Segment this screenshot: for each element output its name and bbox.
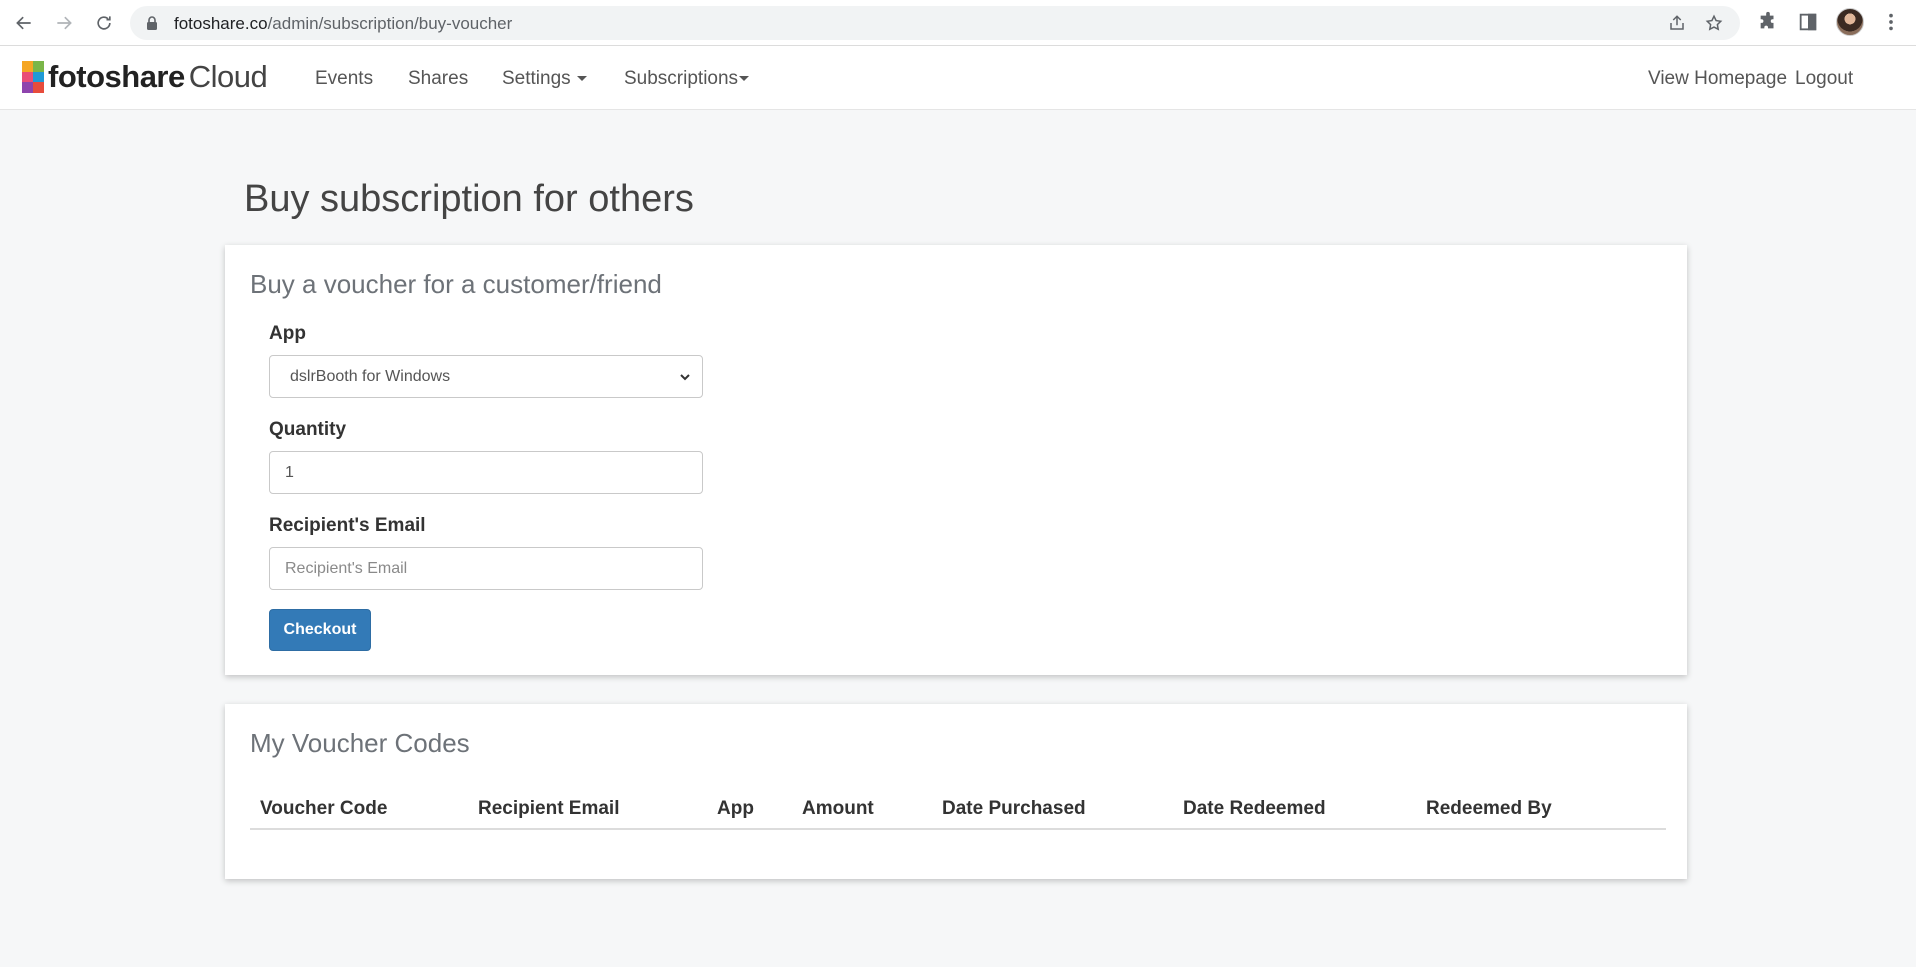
address-bar[interactable]: fotoshare.co/admin/subscription/buy-vouc… (130, 6, 1740, 40)
share-icon[interactable] (1668, 14, 1686, 32)
nav-subscriptions-dropdown[interactable]: Subscriptions (624, 68, 750, 90)
buy-voucher-heading: Buy a voucher for a customer/friend (250, 269, 662, 299)
checkout-button[interactable]: Checkout (269, 609, 371, 651)
recipient-email-label: Recipient's Email (269, 515, 426, 536)
logo-mark-icon (22, 61, 44, 93)
app-navbar: fotoshare Cloud Events Shares Settings Su… (0, 46, 1916, 110)
voucher-codes-panel: My Voucher Codes Voucher Code Recipient … (225, 704, 1687, 879)
quantity-input[interactable]: 1 (269, 451, 703, 494)
nav-settings-label: Settings (502, 68, 571, 89)
recipient-email-input[interactable]: Recipient's Email (269, 547, 703, 590)
app-label: App (269, 323, 306, 344)
browser-toolbar: fotoshare.co/admin/subscription/buy-vouc… (0, 0, 1916, 46)
app-select[interactable]: dslrBooth for Windows (269, 355, 703, 398)
app-select-value: dslrBooth for Windows (290, 367, 451, 385)
col-amount[interactable]: Amount (802, 798, 874, 820)
page-title: Buy subscription for others (244, 178, 694, 220)
buy-voucher-panel: Buy a voucher for a customer/friend App … (225, 245, 1687, 675)
forward-arrow-icon[interactable] (50, 9, 78, 37)
nav-settings-dropdown[interactable]: Settings (502, 68, 587, 90)
recipient-email-placeholder: Recipient's Email (285, 559, 408, 577)
col-app[interactable]: App (717, 798, 754, 820)
chevron-down-icon (680, 374, 690, 381)
lock-icon (147, 16, 157, 30)
nav-view-homepage[interactable]: View Homepage (1648, 68, 1787, 90)
star-icon[interactable] (1705, 14, 1723, 32)
voucher-codes-heading: My Voucher Codes (250, 728, 470, 758)
quantity-label: Quantity (269, 419, 347, 440)
col-redeemed-by[interactable]: Redeemed By (1426, 798, 1552, 820)
logo-text: fotoshare Cloud (48, 59, 268, 94)
nav-subscriptions-label: Subscriptions (624, 68, 739, 89)
nav-events[interactable]: Events (315, 68, 373, 90)
fotoshare-logo[interactable]: fotoshare Cloud (22, 59, 268, 94)
back-arrow-icon[interactable] (10, 9, 38, 37)
col-date-redeemed[interactable]: Date Redeemed (1183, 798, 1326, 820)
kebab-menu-icon[interactable] (1880, 11, 1902, 33)
col-date-purchased[interactable]: Date Purchased (942, 798, 1086, 820)
profile-avatar[interactable] (1836, 8, 1864, 36)
puzzle-extensions-icon[interactable] (1757, 11, 1779, 33)
col-voucher-code[interactable]: Voucher Code (260, 798, 387, 820)
url-text: fotoshare.co/admin/subscription/buy-vouc… (174, 14, 513, 33)
col-recipient-email[interactable]: Recipient Email (478, 798, 620, 820)
reload-icon[interactable] (90, 9, 118, 37)
caret-down-icon (739, 76, 750, 82)
side-panel-icon[interactable] (1797, 11, 1819, 33)
caret-down-icon (576, 76, 587, 82)
nav-shares[interactable]: Shares (408, 68, 468, 90)
nav-logout[interactable]: Logout (1795, 68, 1853, 90)
voucher-table-header: Voucher Code Recipient Email App Amount … (250, 792, 1666, 830)
quantity-value: 1 (285, 463, 294, 481)
